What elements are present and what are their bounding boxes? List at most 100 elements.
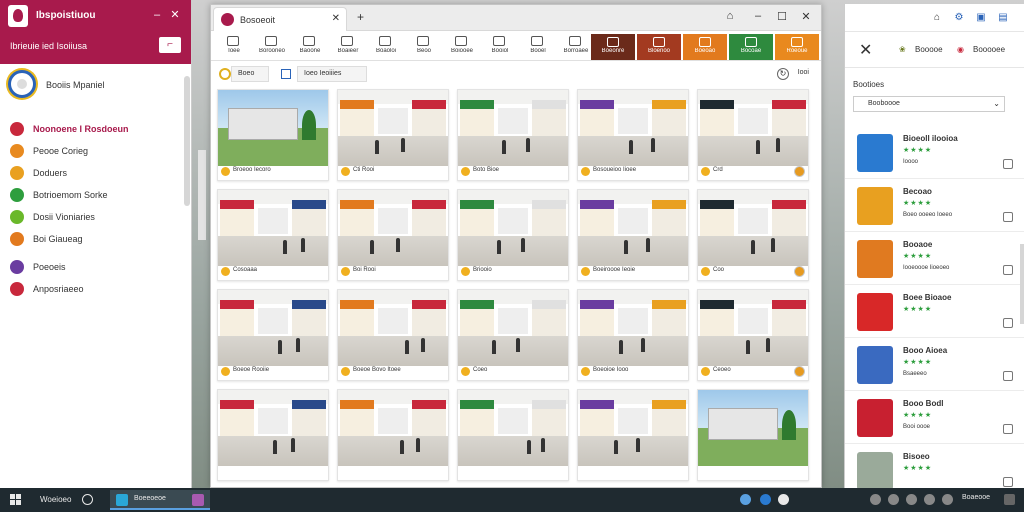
bookmark-icon[interactable] — [281, 69, 291, 79]
checkbox[interactable] — [1003, 371, 1013, 381]
sidebar-item[interactable]: Peooe Corieg — [10, 140, 185, 162]
gallery-card[interactable]: Boeoioe Iooo — [577, 289, 689, 381]
close-icon[interactable]: ✕ — [168, 8, 182, 22]
list-item[interactable]: Booaoe ★★★★ Iooeoooe Iioeoeo — [845, 232, 1024, 285]
sidebar-item[interactable]: Doduers — [10, 162, 185, 184]
edit-button[interactable]: Iooi — [798, 69, 809, 76]
close-icon[interactable]: ✕ — [859, 40, 872, 60]
gallery-card[interactable] — [337, 389, 449, 481]
favorite-badge-icon[interactable] — [794, 166, 805, 177]
tab-1[interactable]: Booooe — [915, 45, 943, 54]
category-select[interactable]: Booboooe ⌄ — [853, 96, 1005, 112]
gallery-card[interactable] — [217, 389, 329, 481]
home-icon[interactable] — [219, 68, 231, 80]
share-icon[interactable]: ▤ — [997, 12, 1009, 24]
network-icon[interactable] — [740, 494, 751, 505]
close-tab-icon[interactable]: ✕ — [332, 13, 340, 24]
sidebar-item[interactable]: Poeoeis — [10, 256, 185, 278]
toolbar-button[interactable]: Baoone — [291, 35, 329, 57]
category-button[interactable]: Bocoae — [729, 34, 773, 60]
gallery-card[interactable]: Boeoe Rooiie — [217, 289, 329, 381]
sidebar-item[interactable]: Boi Giaueag — [10, 228, 185, 250]
category-button[interactable]: Bloenoo — [637, 34, 681, 60]
list-item[interactable]: Booo Aioea ★★★★ Bsaeeeo — [845, 338, 1024, 391]
pin-icon[interactable]: ⌂ — [723, 10, 737, 22]
maximize-icon[interactable]: ☐ — [775, 10, 789, 23]
checkbox[interactable] — [1003, 318, 1013, 328]
list-item[interactable]: Booo Bodl ★★★★ Booi oooe — [845, 391, 1024, 444]
cloud-icon[interactable] — [888, 494, 899, 505]
toolbar-button[interactable]: Beoo — [405, 35, 443, 57]
favorite-badge-icon[interactable] — [794, 266, 805, 277]
nav-field[interactable]: Boeo — [231, 66, 269, 82]
gallery-card[interactable]: Boeiroooe Ieoie — [577, 189, 689, 281]
bluetooth-icon[interactable] — [760, 494, 771, 505]
home-icon[interactable]: ⌂ — [931, 12, 943, 24]
cortana-icon[interactable] — [82, 494, 93, 505]
taskbar-search[interactable]: Woeioeo — [40, 495, 71, 504]
notification-icon[interactable] — [1004, 494, 1015, 505]
sidebar-item[interactable]: Dosii Vioniaries — [10, 206, 185, 228]
toolbar-button[interactable]: Booel — [519, 35, 557, 57]
address-bar[interactable]: Ioeo Ieoiiies — [297, 66, 367, 82]
toolbar-button[interactable]: Boaoloi — [367, 35, 405, 57]
gallery-card[interactable]: Cosoaaa — [217, 189, 329, 281]
gallery-card[interactable]: Boeoe Bovo Itoee — [337, 289, 449, 381]
list-item[interactable]: Bioeoll ilooioa ★★★★ Ioooo — [845, 126, 1024, 179]
checkbox[interactable] — [1003, 265, 1013, 275]
gallery-card[interactable]: Boto Bioe — [457, 89, 569, 181]
tab-active[interactable]: Bosoeoit ✕ — [213, 7, 347, 31]
speaker-icon[interactable] — [906, 494, 917, 505]
gallery-card[interactable] — [697, 389, 809, 481]
toolbar-button[interactable]: Booiol — [481, 35, 519, 57]
onedrive-icon[interactable] — [870, 494, 881, 505]
toolbar-button[interactable]: Ioee — [215, 35, 253, 57]
tab-2[interactable]: Booooee — [973, 45, 1005, 54]
sidebar-item[interactable]: Botrioemom Sorke — [10, 184, 185, 206]
toolbar-button[interactable]: Boaieer — [329, 35, 367, 57]
gallery-card[interactable]: Ceoeo — [697, 289, 809, 381]
gallery-card[interactable]: Cti Rooi — [337, 89, 449, 181]
checkbox[interactable] — [1003, 212, 1013, 222]
menu-button[interactable]: ⌐ — [159, 37, 181, 53]
minimize-icon[interactable]: – — [751, 10, 765, 22]
checkbox[interactable] — [1003, 159, 1013, 169]
wifi-icon[interactable] — [924, 494, 935, 505]
gallery-card[interactable]: Briooio — [457, 189, 569, 281]
category-button[interactable]: Boeoao — [683, 34, 727, 60]
app-icon-2[interactable] — [192, 494, 204, 506]
save-icon[interactable]: ▣ — [975, 12, 987, 24]
left-menu[interactable]: Ibrieuie ied Isoiiusa — [10, 41, 87, 51]
sidebar-item[interactable]: Noonoene I Rosdoeun — [10, 118, 185, 140]
refresh-icon[interactable]: ↻ — [777, 68, 789, 80]
start-button[interactable] — [10, 494, 22, 506]
minimize-icon[interactable]: – — [150, 8, 164, 22]
clock[interactable]: Boaeooe — [962, 494, 990, 501]
list-item[interactable]: Boee Bioaoe ★★★★ — [845, 285, 1024, 338]
toolbar-button[interactable]: Boiooee — [443, 35, 481, 57]
gallery-card[interactable] — [457, 389, 569, 481]
scrollbar[interactable] — [1020, 244, 1024, 324]
sidebar-item[interactable]: Anposriaeeo — [10, 278, 185, 300]
favorite-badge-icon[interactable] — [794, 366, 805, 377]
category-button[interactable]: Boeonre — [591, 34, 635, 60]
scrollbar[interactable] — [184, 76, 190, 206]
battery-icon[interactable] — [942, 494, 953, 505]
volume-icon[interactable] — [778, 494, 789, 505]
checkbox[interactable] — [1003, 424, 1013, 434]
toolbar-button[interactable]: Borroaee — [557, 35, 595, 57]
gallery-card[interactable] — [577, 389, 689, 481]
category-button[interactable]: Roeoue — [775, 34, 819, 60]
gallery-card[interactable]: Coeo — [457, 289, 569, 381]
new-tab-icon[interactable]: + — [357, 10, 364, 24]
gallery-card[interactable]: Bosoueioo Iioee — [577, 89, 689, 181]
close-icon[interactable]: ✕ — [799, 10, 813, 23]
settings-icon[interactable]: ⚙ — [953, 12, 965, 24]
gallery-card[interactable]: Boi Rooi — [337, 189, 449, 281]
gallery-card[interactable]: Coo — [697, 189, 809, 281]
gallery-card[interactable]: Broeoo Iecoro — [217, 89, 329, 181]
toolbar-button[interactable]: Borooneo — [253, 35, 291, 57]
taskbar-app[interactable]: Boeeoeoe — [110, 490, 210, 510]
profile[interactable]: Booiis Mpaniel — [8, 70, 183, 100]
gallery-card[interactable]: Crd — [697, 89, 809, 181]
